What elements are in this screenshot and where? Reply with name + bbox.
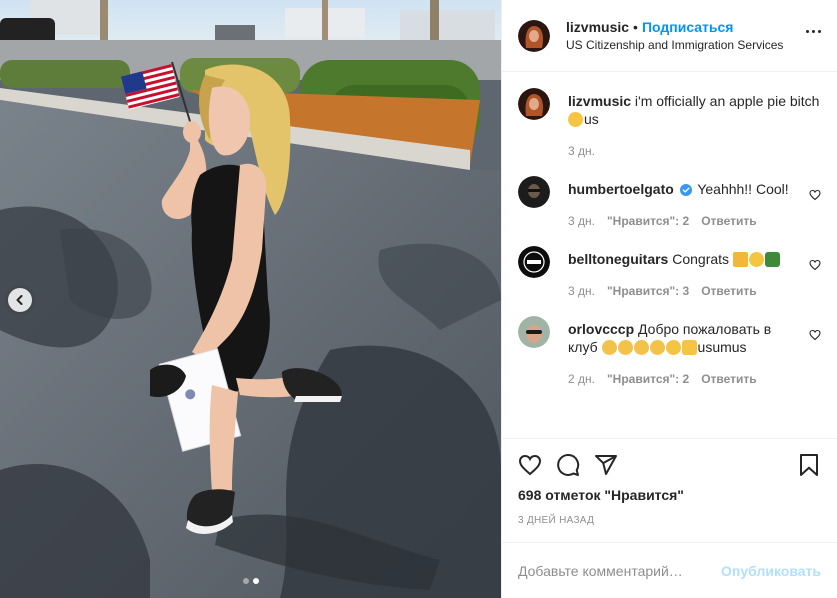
grinning-face-emoji-icon [665,340,681,355]
raising-hands-emoji-icon [617,340,633,355]
comment-text: Congrats [672,251,730,267]
share-paper-plane-icon[interactable] [594,453,618,477]
comment-username[interactable]: belltoneguitars [568,251,668,267]
caption-text: i'm officially an apple pie bitch [634,93,820,109]
carousel-dot [242,578,249,584]
like-comment-heart-icon[interactable] [809,259,821,271]
comment-time[interactable]: 3 дн. [568,212,595,230]
caption: lizvmusic i'm officially an apple pie bi… [518,88,821,160]
reply-button[interactable]: Ответить [701,370,756,388]
raising-hands-emoji-icon [649,340,665,355]
comment-username[interactable]: humbertoelgato [568,181,674,197]
comment-suffix: usumus [697,339,747,355]
carousel-dot-active [252,578,259,584]
avatar[interactable] [518,88,550,120]
like-comment-heart-icon[interactable] [809,189,821,201]
post-header: lizvmusic • Подписаться US Citizenship a… [502,0,837,72]
post-author-username[interactable]: lizvmusic [566,18,629,36]
avatar[interactable] [518,19,550,52]
party-popper-emoji-icon [732,252,748,267]
photo-scene [0,0,501,598]
publish-comment-button[interactable]: Опубликовать [721,563,821,579]
like-heart-icon[interactable] [518,453,542,477]
comment-time[interactable]: 2 дн. [568,370,595,388]
comment-time[interactable]: 3 дн. [568,282,595,300]
post-date[interactable]: 3 ДНЕЙ НАЗАД [518,515,821,526]
avatar[interactable] [518,246,550,278]
caption-suffix: us [584,111,599,127]
instagram-post: lizvmusic • Подписаться US Citizenship a… [0,0,837,598]
likes-count[interactable]: 698 отметок "Нравится" [518,487,821,503]
pleading-face-emoji-icon [568,112,583,127]
comment-item: belltoneguitars Congrats 3 дн. "Нравится… [518,246,821,300]
comment-item: orlovcccp Добро пожаловать в клуб usumus… [518,316,821,388]
comment-bubble-icon[interactable] [556,453,580,477]
comment-input[interactable]: Добавьте комментарий… [518,563,721,579]
verified-badge-icon [679,184,692,196]
avatar-image [518,19,550,52]
post-actions: 698 отметок "Нравится" 3 ДНЕЙ НАЗАД [502,438,837,542]
comment-likes[interactable]: "Нравится": 2 [607,212,689,230]
more-options-icon[interactable] [806,30,821,33]
raising-hands-emoji-icon [601,340,617,355]
like-comment-heart-icon[interactable] [809,329,821,341]
avatar[interactable] [518,316,550,348]
avatar-image [518,88,550,120]
avatar[interactable] [518,176,550,208]
carousel-indicator [0,578,501,584]
avatar-image [518,176,550,208]
comment-text: Yeahhh!! Cool! [697,181,789,197]
bee-emoji-icon [748,252,764,267]
comments-list: lizvmusic i'm officially an apple pie bi… [502,72,837,438]
thumbs-up-emoji-icon [681,340,697,355]
comment-username[interactable]: orlovcccp [568,321,634,337]
follow-button[interactable]: Подписаться [642,18,734,36]
post-photo[interactable] [0,0,501,598]
bookmark-save-icon[interactable] [797,453,821,477]
caption-time[interactable]: 3 дн. [568,142,595,160]
comment-item: humbertoelgato Yeahhh!! Cool! 3 дн. "Нра… [518,176,821,230]
post-side-panel: lizvmusic • Подписаться US Citizenship a… [501,0,837,598]
reply-button[interactable]: Ответить [701,282,756,300]
separator-dot: • [633,18,638,35]
chevron-left-icon [16,295,23,305]
raising-hands-emoji-icon [633,340,649,355]
reply-button[interactable]: Ответить [701,212,756,230]
post-location[interactable]: US Citizenship and Immigration Services [566,36,783,54]
avatar-image [518,246,550,278]
carousel-prev-button[interactable] [8,288,32,312]
comment-likes[interactable]: "Нравится": 2 [607,370,689,388]
champagne-emoji-icon [764,252,780,267]
comment-likes[interactable]: "Нравится": 3 [607,282,689,300]
avatar-image [518,316,550,348]
caption-username[interactable]: lizvmusic [568,93,631,109]
add-comment-bar: Добавьте комментарий… Опубликовать [502,542,837,598]
